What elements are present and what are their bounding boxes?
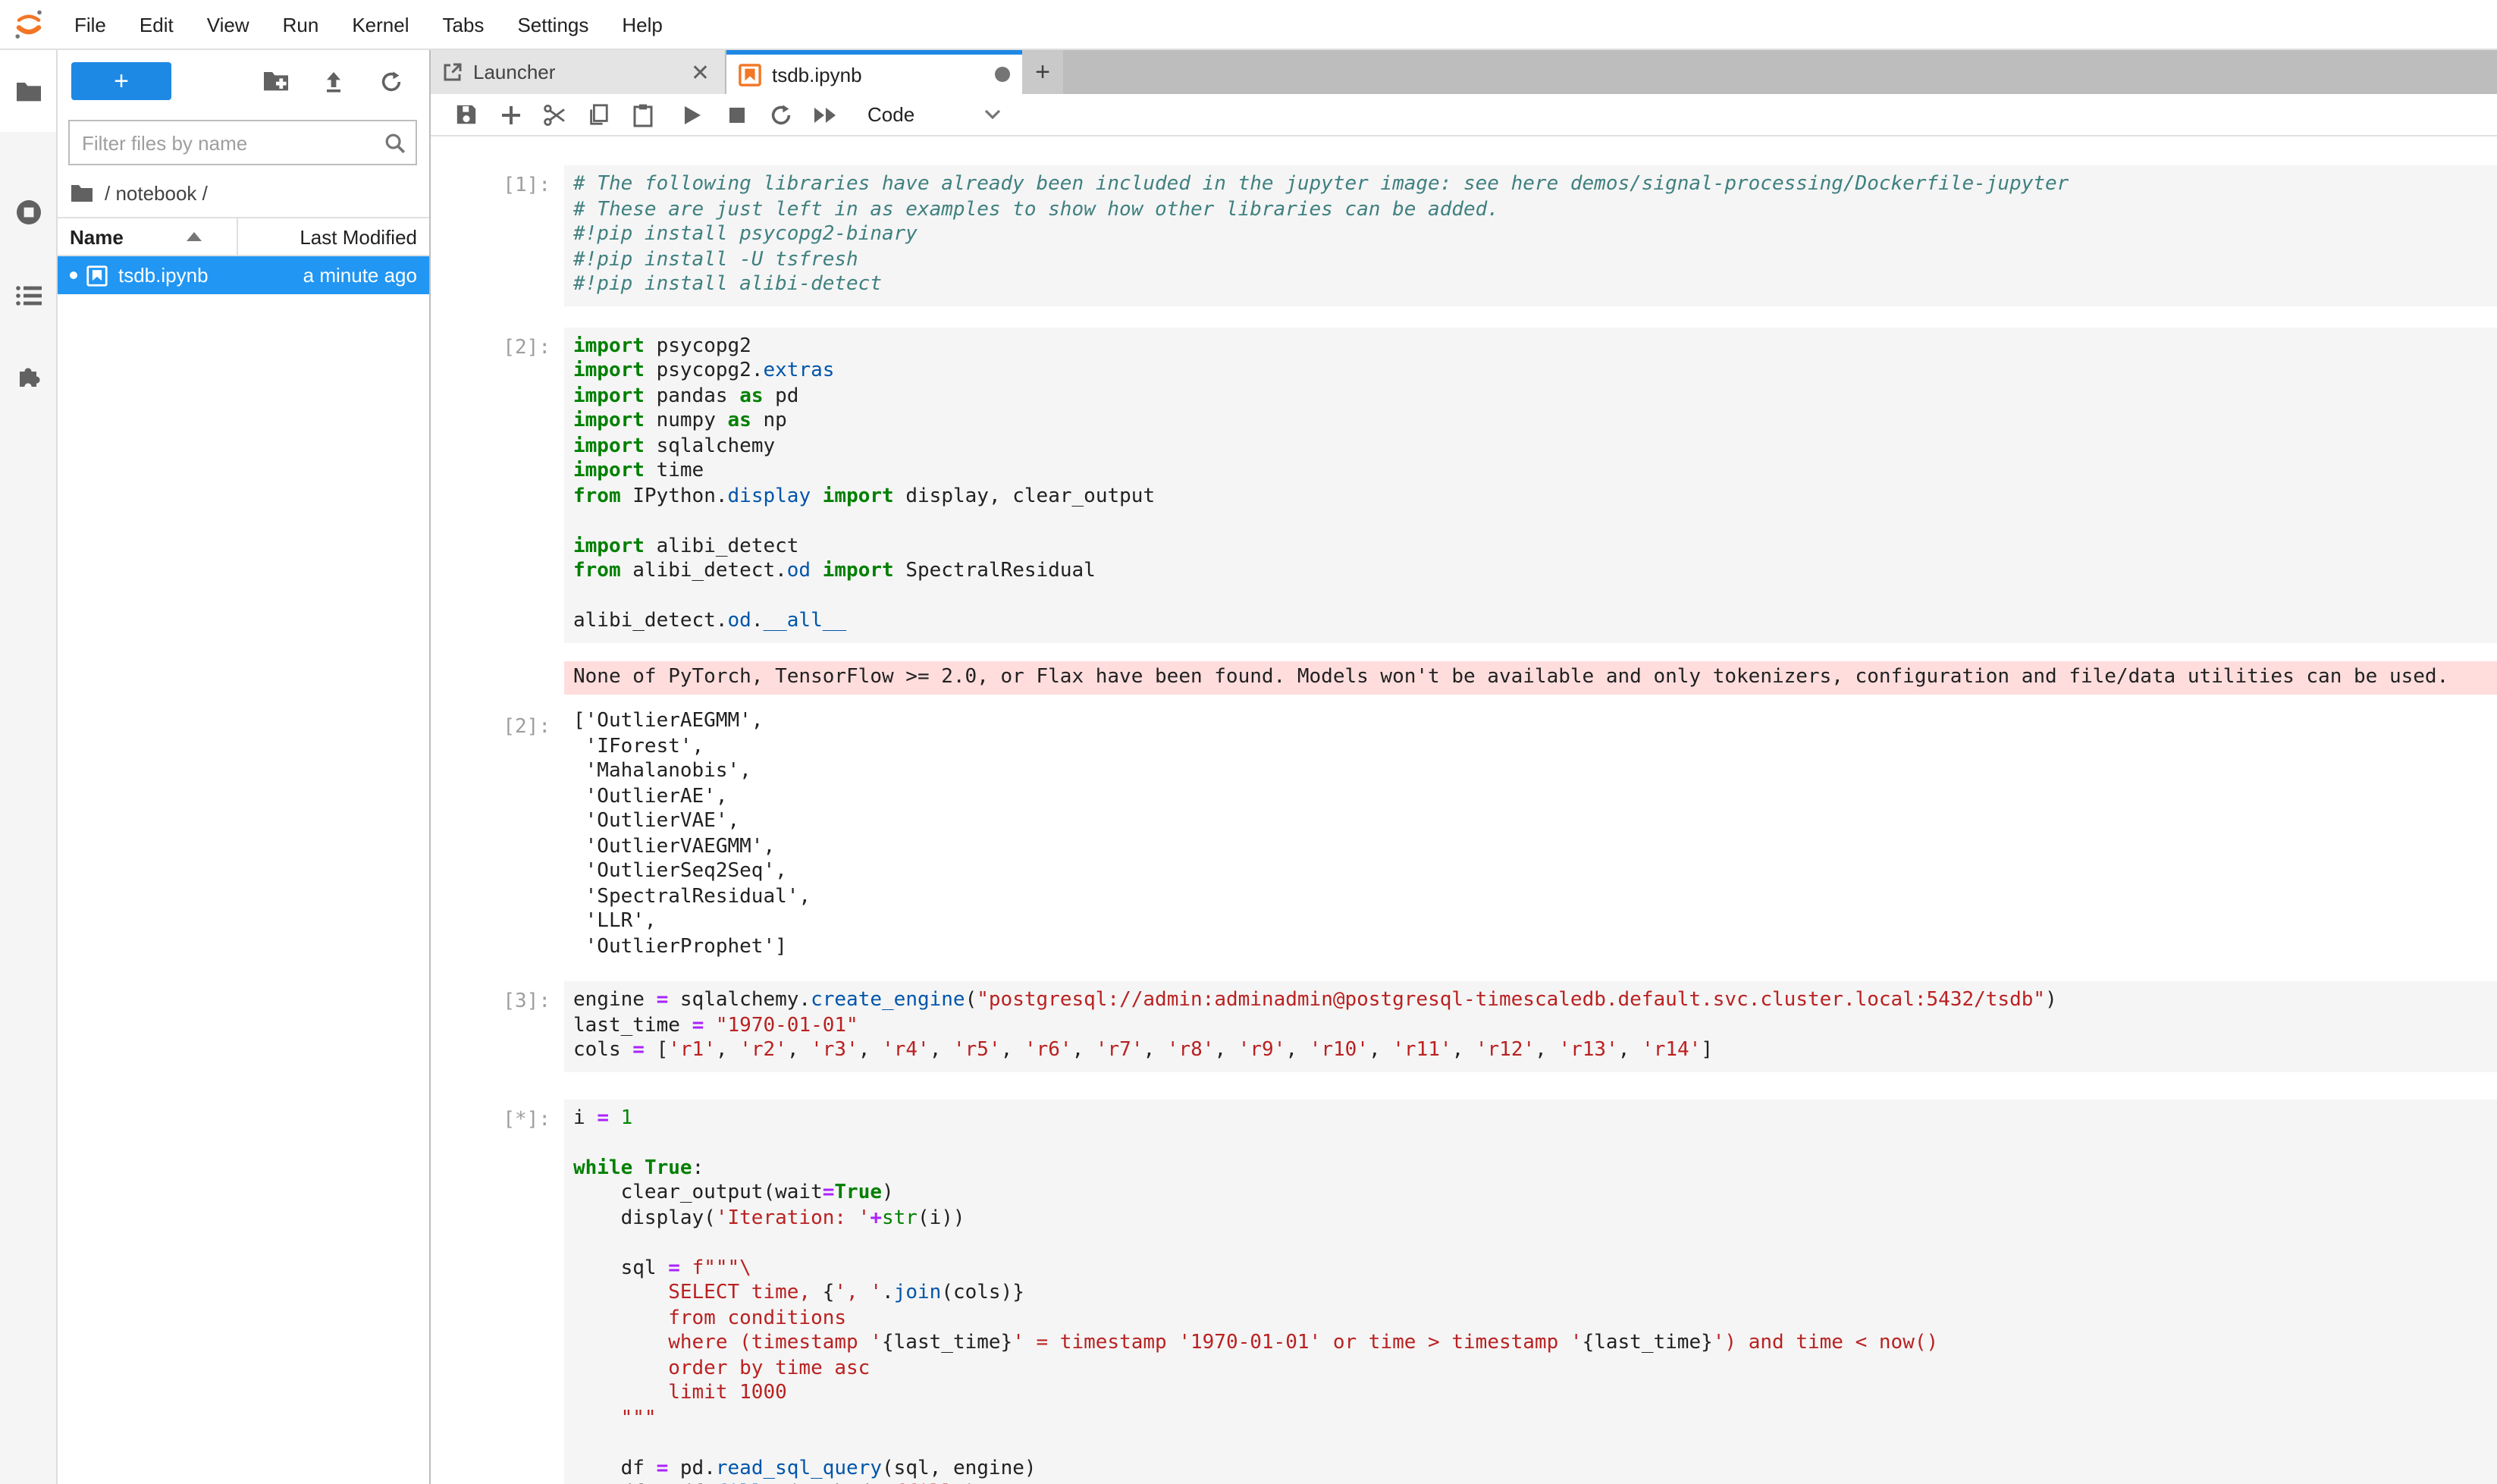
- tab-tsdb-label: tsdb.ipynb: [772, 63, 984, 86]
- new-tab-button[interactable]: +: [1022, 50, 1063, 94]
- code-cell: [*]:i = 1 while True: clear_output(wait=…: [431, 1099, 2497, 1484]
- cell-prompt: [2]:: [431, 327, 564, 642]
- cell-output-result: [2]:['OutlierAEGMM', 'IForest', 'Mahalan…: [431, 707, 2497, 960]
- dock-tab-bar: Launcher ✕ tsdb.ipynb +: [431, 50, 2497, 94]
- folder-icon: [14, 80, 42, 102]
- running-icon: [14, 199, 42, 226]
- stop-icon: [727, 105, 745, 124]
- menu-edit[interactable]: Edit: [123, 13, 190, 36]
- menu-kernel[interactable]: Kernel: [335, 13, 425, 36]
- new-folder-button[interactable]: [247, 62, 305, 100]
- copy-icon: [587, 103, 610, 126]
- save-icon: [455, 103, 478, 126]
- menu-bar: File Edit View Run Kernel Tabs Settings …: [0, 0, 2497, 50]
- restart-icon: [768, 102, 792, 127]
- notebook-file-icon: [86, 265, 108, 286]
- cell-type-value: Code: [867, 103, 914, 126]
- notebook-icon: [739, 63, 761, 86]
- cell-output-stderr: None of PyTorch, TensorFlow >= 2.0, or F…: [431, 660, 2497, 695]
- unsaved-dot-icon: [70, 271, 77, 279]
- file-row-tsdb[interactable]: tsdb.ipynb a minute ago: [58, 256, 429, 294]
- refresh-icon: [379, 69, 403, 93]
- code-cell: [3]:engine = sqlalchemy.create_engine("p…: [431, 981, 2497, 1071]
- tab-launcher-label: Launcher: [473, 61, 677, 83]
- plus-icon: [500, 104, 521, 125]
- cell-prompt: [*]:: [431, 1099, 564, 1484]
- sidebar-tab-running-sessions[interactable]: [0, 182, 56, 243]
- cut-icon: [542, 102, 566, 127]
- new-folder-icon: [262, 70, 290, 93]
- code-cell: [1]:# The following libraries have alrea…: [431, 165, 2497, 306]
- new-launcher-button[interactable]: +: [71, 62, 171, 100]
- menu-view[interactable]: View: [190, 13, 266, 36]
- file-name: tsdb.ipynb: [118, 264, 209, 287]
- sidebar-tab-table-of-contents[interactable]: [0, 265, 56, 326]
- menu-run[interactable]: Run: [266, 13, 336, 36]
- fast-forward-icon: [812, 105, 836, 124]
- filter-files-box: [68, 120, 417, 165]
- jupyter-logo-icon: [12, 8, 45, 41]
- cut-button[interactable]: [532, 95, 576, 134]
- file-list-header: Name Last Modified: [58, 217, 429, 256]
- puzzle-icon: [14, 361, 42, 388]
- column-name[interactable]: Name: [58, 225, 124, 248]
- main-workspace: Launcher ✕ tsdb.ipynb +: [431, 50, 2497, 1484]
- tab-launcher[interactable]: Launcher ✕: [431, 50, 726, 94]
- cell-input-editor[interactable]: engine = sqlalchemy.create_engine("postg…: [564, 981, 2497, 1071]
- output-text: None of PyTorch, TensorFlow >= 2.0, or F…: [564, 660, 2497, 695]
- filter-files-input[interactable]: [79, 130, 384, 155]
- unsaved-changes-dot-icon[interactable]: [995, 67, 1010, 82]
- menu-help[interactable]: Help: [605, 13, 679, 36]
- cell-prompt: [3]:: [431, 981, 564, 1071]
- cell-input-editor[interactable]: import psycopg2 import psycopg2.extras i…: [564, 327, 2497, 642]
- output-prompt: [431, 660, 564, 695]
- chevron-down-icon: [984, 109, 1001, 120]
- output-text: ['OutlierAEGMM', 'IForest', 'Mahalanobis…: [564, 707, 2497, 960]
- sidebar-tab-file-browser[interactable]: [0, 50, 56, 132]
- code-cell: [2]:import psycopg2 import psycopg2.extr…: [431, 327, 2497, 642]
- cell-input-editor[interactable]: # The following libraries have already b…: [564, 165, 2497, 306]
- stop-button[interactable]: [714, 95, 758, 134]
- upload-button[interactable]: [305, 62, 362, 100]
- paste-button[interactable]: [620, 95, 664, 134]
- cell-prompt: [1]:: [431, 165, 564, 306]
- left-sidebar-strip: [0, 50, 58, 1484]
- breadcrumb[interactable]: / notebook /: [58, 165, 429, 217]
- notebook-content[interactable]: [1]:# The following libraries have alrea…: [431, 136, 2497, 1484]
- tab-tsdb-ipynb[interactable]: tsdb.ipynb: [726, 50, 1022, 94]
- jupyterlab-window: File Edit View Run Kernel Tabs Settings …: [0, 0, 2497, 1484]
- list-icon: [14, 285, 42, 306]
- home-folder-icon: [70, 184, 94, 203]
- cell-input-editor[interactable]: i = 1 while True: clear_output(wait=True…: [564, 1099, 2497, 1484]
- launcher-icon: [443, 62, 463, 82]
- run-icon: [682, 104, 702, 125]
- column-last-modified[interactable]: Last Modified: [300, 225, 429, 248]
- file-last-modified: a minute ago: [303, 264, 429, 287]
- cell-type-dropdown[interactable]: Code: [867, 103, 1001, 126]
- restart-kernel-button[interactable]: [758, 95, 802, 134]
- upload-icon: [322, 69, 346, 93]
- sidebar-tab-extensions[interactable]: [0, 344, 56, 405]
- column-divider: [237, 218, 238, 255]
- insert-cell-button[interactable]: [488, 95, 532, 134]
- menu-file[interactable]: File: [58, 13, 123, 36]
- output-prompt: [2]:: [431, 707, 564, 960]
- run-button[interactable]: [670, 95, 714, 134]
- copy-button[interactable]: [576, 95, 620, 134]
- save-button[interactable]: [444, 95, 488, 134]
- menu-tabs[interactable]: Tabs: [426, 13, 501, 36]
- file-browser-panel: +: [58, 50, 431, 1484]
- menu-settings[interactable]: Settings: [500, 13, 605, 36]
- notebook-toolbar: Code: [431, 94, 2497, 136]
- breadcrumb-path: / notebook /: [105, 182, 208, 205]
- paste-icon: [632, 102, 653, 127]
- fast-forward-button[interactable]: [802, 95, 846, 134]
- sort-ascending-icon[interactable]: [187, 232, 202, 241]
- close-tab-icon[interactable]: ✕: [688, 58, 713, 86]
- search-icon: [384, 131, 406, 154]
- refresh-button[interactable]: [362, 62, 420, 100]
